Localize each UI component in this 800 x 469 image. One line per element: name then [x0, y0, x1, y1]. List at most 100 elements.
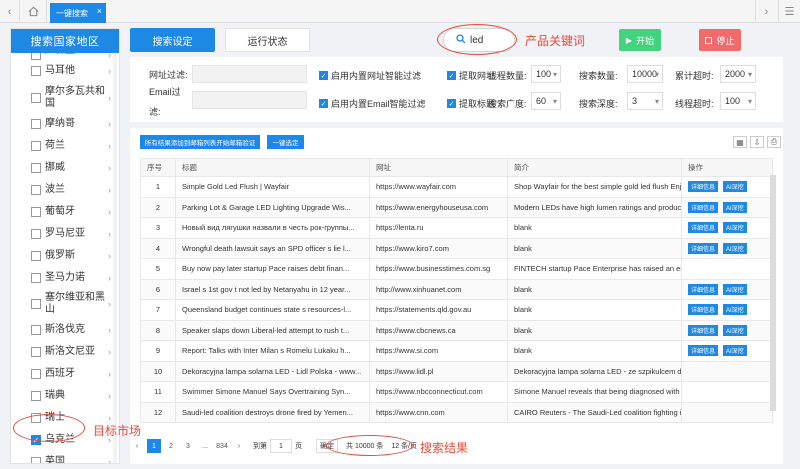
checkbox[interactable]	[31, 299, 41, 309]
col-header-no[interactable]: 序号	[140, 158, 176, 177]
total-timeout-select[interactable]: 2000	[720, 65, 756, 83]
country-item[interactable]: 波兰 ›	[11, 179, 119, 201]
search-breadth-select[interactable]: 60	[531, 92, 561, 110]
checkbox[interactable]	[31, 325, 41, 335]
columns-icon[interactable]: ▦	[733, 136, 747, 148]
next-page-button[interactable]: ›	[232, 439, 246, 453]
ai-dig-button[interactable]: AI深挖	[723, 222, 747, 234]
url-filter-input[interactable]	[192, 65, 307, 83]
checkbox[interactable]	[31, 229, 41, 239]
col-header-desc[interactable]: 简介	[507, 158, 682, 177]
email-filter-input[interactable]	[192, 91, 307, 109]
country-item[interactable]: 马耳他 ›	[11, 59, 119, 83]
ai-dig-button[interactable]: AI深挖	[723, 242, 747, 254]
country-item[interactable]: 摩尔多瓦共和国 ›	[11, 83, 119, 113]
country-item[interactable]: 荷兰 ›	[11, 135, 119, 157]
print-icon[interactable]: ⎙	[767, 136, 781, 148]
table-row[interactable]: 5 Buy now pay later startup Pace raises d…	[140, 258, 773, 280]
detail-button[interactable]: 详细信息	[688, 242, 719, 254]
country-item[interactable]: 摩纳哥 ›	[11, 113, 119, 135]
checkbox[interactable]	[31, 391, 41, 401]
table-scrollbar[interactable]	[770, 175, 776, 411]
checkbox[interactable]	[31, 163, 41, 173]
prev-page-button[interactable]: ‹	[130, 439, 144, 453]
export-icon[interactable]: ⇩	[750, 136, 764, 148]
ai-dig-button[interactable]: AI深挖	[723, 345, 747, 357]
table-row[interactable]: 4 Wrongful death lawsuit says an SPD offi…	[140, 237, 773, 259]
table-row[interactable]: 7 Queensland budget continues state s res…	[140, 299, 773, 321]
checkbox[interactable]	[31, 273, 41, 283]
cell-no: 12	[140, 401, 176, 423]
table-row[interactable]: 12 Saudi-led coalition destroys drone fir…	[140, 401, 773, 423]
checkbox[interactable]	[31, 93, 41, 103]
scroll-right-button[interactable]: ›	[755, 0, 777, 23]
country-item[interactable]: 斯洛伐克 ›	[11, 319, 119, 341]
ai-dig-button[interactable]: AI深挖	[723, 181, 747, 193]
ai-dig-button[interactable]: AI深挖	[723, 201, 747, 213]
checkbox[interactable]	[31, 119, 41, 129]
detail-button[interactable]: 详细信息	[688, 324, 719, 336]
thread-count-select[interactable]: 100	[531, 65, 561, 83]
checkbox[interactable]	[31, 185, 41, 195]
detail-button[interactable]: 详细信息	[688, 345, 719, 357]
start-button[interactable]: ▶ 开始	[619, 29, 661, 51]
checkbox[interactable]	[31, 251, 41, 261]
search-depth-select[interactable]: 3	[627, 92, 663, 110]
tab-one-click-search[interactable]: 一键搜索 ×	[50, 3, 106, 23]
checkbox[interactable]	[31, 457, 41, 463]
ai-dig-button[interactable]: AI深挖	[723, 283, 747, 295]
cell-url: https://www.cbcnews.ca	[369, 319, 508, 341]
table-row[interactable]: 9 Report: Talks with Inter Milan s Romelu…	[140, 340, 773, 362]
tab-search-settings[interactable]: 搜索设定	[130, 28, 215, 52]
col-header-url[interactable]: 网址	[369, 158, 508, 177]
country-item[interactable]: 罗马尼亚 ›	[11, 223, 119, 245]
close-icon[interactable]: ×	[97, 6, 102, 16]
country-item[interactable]: 葡萄牙 ›	[11, 201, 119, 223]
ai-dig-button[interactable]: AI深挖	[723, 324, 747, 336]
country-item[interactable]: 斯洛文尼亚 ›	[11, 341, 119, 363]
search-count-select[interactable]: 10000	[627, 65, 663, 83]
country-item[interactable]: 英国 ›	[11, 451, 119, 463]
detail-button[interactable]: 详细信息	[688, 222, 719, 234]
add-all-to-email-verify-button[interactable]: 所有结果添加到邮箱列表开始邮箱验证	[140, 135, 260, 149]
page-2[interactable]: 2	[164, 439, 178, 453]
thread-timeout-select[interactable]: 100	[720, 92, 756, 110]
tab-run-status[interactable]: 运行状态	[225, 28, 310, 52]
ai-dig-button[interactable]: AI深挖	[723, 304, 747, 316]
cell-no: 7	[140, 299, 176, 321]
checkbox[interactable]	[31, 141, 41, 151]
detail-button[interactable]: 详细信息	[688, 201, 719, 213]
select-all-button[interactable]: 一键选定	[267, 135, 304, 149]
table-row[interactable]: 6 Israel s 1st gov t not led by Netanyahu…	[140, 278, 773, 300]
email-smart-filter-checkbox[interactable]: ✓ 启用内置Email智能过滤	[319, 97, 426, 110]
detail-button[interactable]: 详细信息	[688, 181, 719, 193]
home-icon[interactable]	[20, 0, 47, 23]
col-header-title[interactable]: 标题	[175, 158, 370, 177]
table-row[interactable]: 2 Parking Lot & Garage LED Lighting Upgra…	[140, 196, 773, 218]
country-item[interactable]: 俄罗斯 ›	[11, 245, 119, 267]
country-item[interactable]: 圣马力诺 ›	[11, 267, 119, 289]
checkbox[interactable]	[31, 207, 41, 217]
stop-button[interactable]: 停止	[699, 29, 741, 51]
table-row[interactable]: 11 Swimmer Simone Manuel Says Overtrainin…	[140, 381, 773, 403]
table-row[interactable]: 10 Dekoracyjna lampa solarna LED - Lidl P…	[140, 360, 773, 382]
page-last[interactable]: 834	[215, 439, 229, 453]
country-item[interactable]: 塞尔维亚和黑山 ›	[11, 289, 119, 319]
detail-button[interactable]: 详细信息	[688, 283, 719, 295]
page-1[interactable]: 1	[147, 439, 161, 453]
country-item[interactable]: 西班牙 ›	[11, 363, 119, 385]
table-row[interactable]: 3 Новый вид лягушки назвали в честь рок-г…	[140, 217, 773, 239]
checkbox[interactable]	[31, 369, 41, 379]
menu-icon[interactable]: ☰	[778, 0, 800, 23]
table-row[interactable]: 8 Speaker slaps down Liberal-led attempt …	[140, 319, 773, 341]
checkbox[interactable]	[31, 66, 41, 76]
country-item[interactable]: 挪威 ›	[11, 157, 119, 179]
table-row[interactable]: 1 Simple Gold Led Flush | Wayfair https://…	[140, 176, 773, 198]
url-smart-filter-checkbox[interactable]: ✓ 启用内置网址智能过滤	[319, 69, 421, 82]
checkbox[interactable]	[31, 347, 41, 357]
goto-page-input[interactable]: 1	[270, 439, 292, 453]
scroll-left-button[interactable]: ‹	[0, 0, 20, 23]
detail-button[interactable]: 详细信息	[688, 304, 719, 316]
country-item[interactable]: 瑞典 ›	[11, 385, 119, 407]
page-3[interactable]: 3	[181, 439, 195, 453]
